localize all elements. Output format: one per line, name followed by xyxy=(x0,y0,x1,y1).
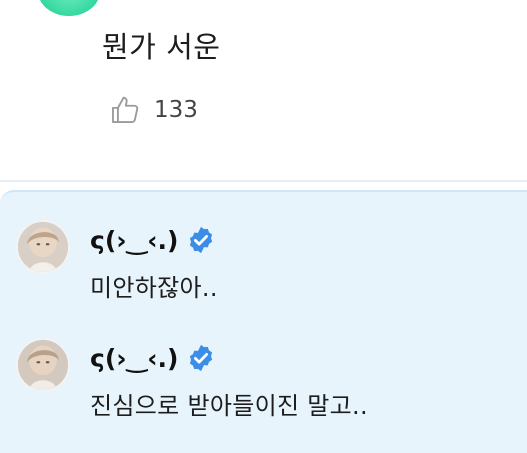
thumbs-up-icon[interactable] xyxy=(108,93,142,127)
like-button[interactable]: 133 xyxy=(108,92,198,128)
reply-avatar[interactable] xyxy=(16,338,70,392)
reply-author-row: ς(›‿‹.) xyxy=(90,338,216,378)
divider xyxy=(0,180,527,182)
reply-author-name[interactable]: ς(›‿‹.) xyxy=(90,344,178,373)
reply-author-name[interactable]: ς(›‿‹.) xyxy=(90,226,178,255)
reply-list: ς(›‿‹.) 미안하잖아.. ς(›‿‹.) 진심으로 받아들이진 말고.. xyxy=(0,190,527,453)
like-count: 133 xyxy=(154,97,198,123)
reply-author-row: ς(›‿‹.) xyxy=(90,220,216,260)
reply-text: 진심으로 받아들이진 말고.. xyxy=(90,392,368,420)
verified-badge-icon xyxy=(190,344,213,372)
commenter-avatar[interactable] xyxy=(38,0,100,16)
verified-badge-icon xyxy=(190,226,213,254)
reply-text: 미안하잖아.. xyxy=(90,274,218,302)
reply-avatar[interactable] xyxy=(16,220,70,274)
parent-comment: 뭔가 서운 133 xyxy=(0,0,527,180)
comment-text: 뭔가 서운 xyxy=(102,30,221,64)
comment-thread: 뭔가 서운 133 ς(›‿‹.) 미안하잖아.. ς(›‿‹.) 진심으로 받… xyxy=(0,0,527,453)
